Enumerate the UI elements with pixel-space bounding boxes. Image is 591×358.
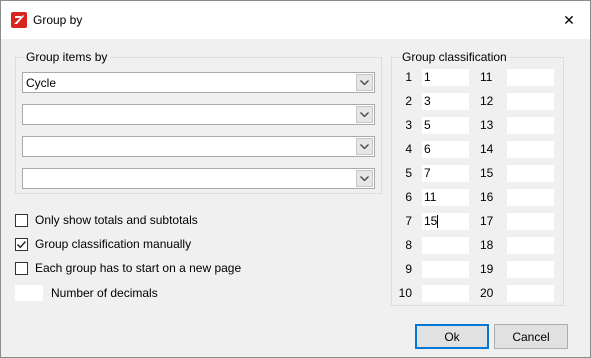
classification-row-number: 13 (480, 118, 494, 132)
classification-row-number: 20 (480, 286, 494, 300)
group-items-by-group: Group items by Cycle (15, 50, 382, 194)
classification-input[interactable] (422, 285, 469, 302)
close-button[interactable]: ✕ (558, 9, 580, 31)
classification-row-number: 12 (480, 94, 494, 108)
app-logo-icon (11, 12, 27, 28)
checkmark-icon (17, 241, 27, 249)
classification-input[interactable]: 3 (422, 93, 469, 110)
group-classification-label: Group classification (399, 50, 510, 64)
classification-row-number: 10 (398, 286, 412, 300)
classification-row-number: 8 (405, 238, 412, 252)
chevron-down-icon[interactable] (356, 138, 373, 155)
window-title: Group by (33, 13, 83, 27)
classification-input[interactable] (507, 213, 554, 230)
classification-row-number: 15 (480, 166, 494, 180)
classification-input[interactable]: 11 (422, 189, 469, 206)
classification-input[interactable] (507, 261, 554, 278)
group-by-combo-2[interactable] (22, 104, 375, 125)
totals-only-label: Only show totals and subtotals (35, 213, 198, 227)
classification-input[interactable] (507, 285, 554, 302)
group-items-by-label: Group items by (23, 50, 111, 64)
classification-row-number: 2 (405, 94, 412, 108)
close-icon: ✕ (563, 11, 575, 28)
classification-row-number: 6 (405, 190, 412, 204)
totals-only-checkbox[interactable] (15, 214, 28, 227)
classification-input[interactable] (422, 237, 469, 254)
classification-input[interactable]: 6 (422, 141, 469, 158)
classification-input[interactable] (507, 165, 554, 182)
manual-classification-checkbox[interactable] (15, 238, 28, 251)
decimals-input[interactable] (15, 285, 43, 301)
new-page-label: Each group has to start on a new page (35, 261, 242, 275)
text-caret (437, 215, 438, 228)
classification-row-number: 1 (405, 70, 412, 84)
classification-row-number: 16 (480, 190, 494, 204)
classification-row-number: 3 (405, 118, 412, 132)
classification-input[interactable] (422, 261, 469, 278)
classification-input[interactable] (507, 189, 554, 206)
chevron-down-icon[interactable] (356, 170, 373, 187)
new-page-checkbox[interactable] (15, 262, 28, 275)
classification-input[interactable] (507, 69, 554, 86)
classification-row-number: 19 (480, 262, 494, 276)
manual-classification-label: Group classification manually (35, 237, 192, 251)
group-by-combo-3[interactable] (22, 136, 375, 157)
classification-row-number: 7 (405, 214, 412, 228)
group-by-combo-4[interactable] (22, 168, 375, 189)
classification-row-number: 11 (480, 70, 493, 84)
classification-row-number: 4 (405, 142, 412, 156)
classification-input[interactable] (507, 93, 554, 110)
totals-only-option[interactable]: Only show totals and subtotals (15, 213, 235, 230)
classification-input[interactable]: 1 (422, 69, 469, 86)
chevron-down-icon[interactable] (356, 106, 373, 123)
classification-row-number: 17 (480, 214, 494, 228)
ok-button[interactable]: Ok (415, 324, 489, 349)
classification-input[interactable]: 15 (422, 213, 469, 230)
decimals-label: Number of decimals (51, 286, 158, 300)
classification-row-number: 14 (480, 142, 494, 156)
classification-row-number: 9 (405, 262, 412, 276)
classification-row-number: 5 (405, 166, 412, 180)
classification-input[interactable] (507, 237, 554, 254)
classification-input[interactable] (507, 141, 554, 158)
group-by-dialog: Group by ✕ Group items by Cycle Only sho… (0, 0, 591, 358)
classification-input[interactable]: 5 (422, 117, 469, 134)
group-by-combo-1[interactable]: Cycle (22, 72, 375, 93)
classification-input[interactable]: 7 (422, 165, 469, 182)
new-page-option[interactable]: Each group has to start on a new page (15, 261, 255, 278)
classification-row-number: 18 (480, 238, 494, 252)
cancel-button[interactable]: Cancel (494, 324, 568, 349)
classification-input[interactable] (507, 117, 554, 134)
manual-classification-option[interactable]: Group classification manually (15, 237, 235, 254)
title-bar: Group by ✕ (1, 1, 590, 39)
combo-value: Cycle (26, 76, 57, 90)
chevron-down-icon[interactable] (356, 74, 373, 91)
